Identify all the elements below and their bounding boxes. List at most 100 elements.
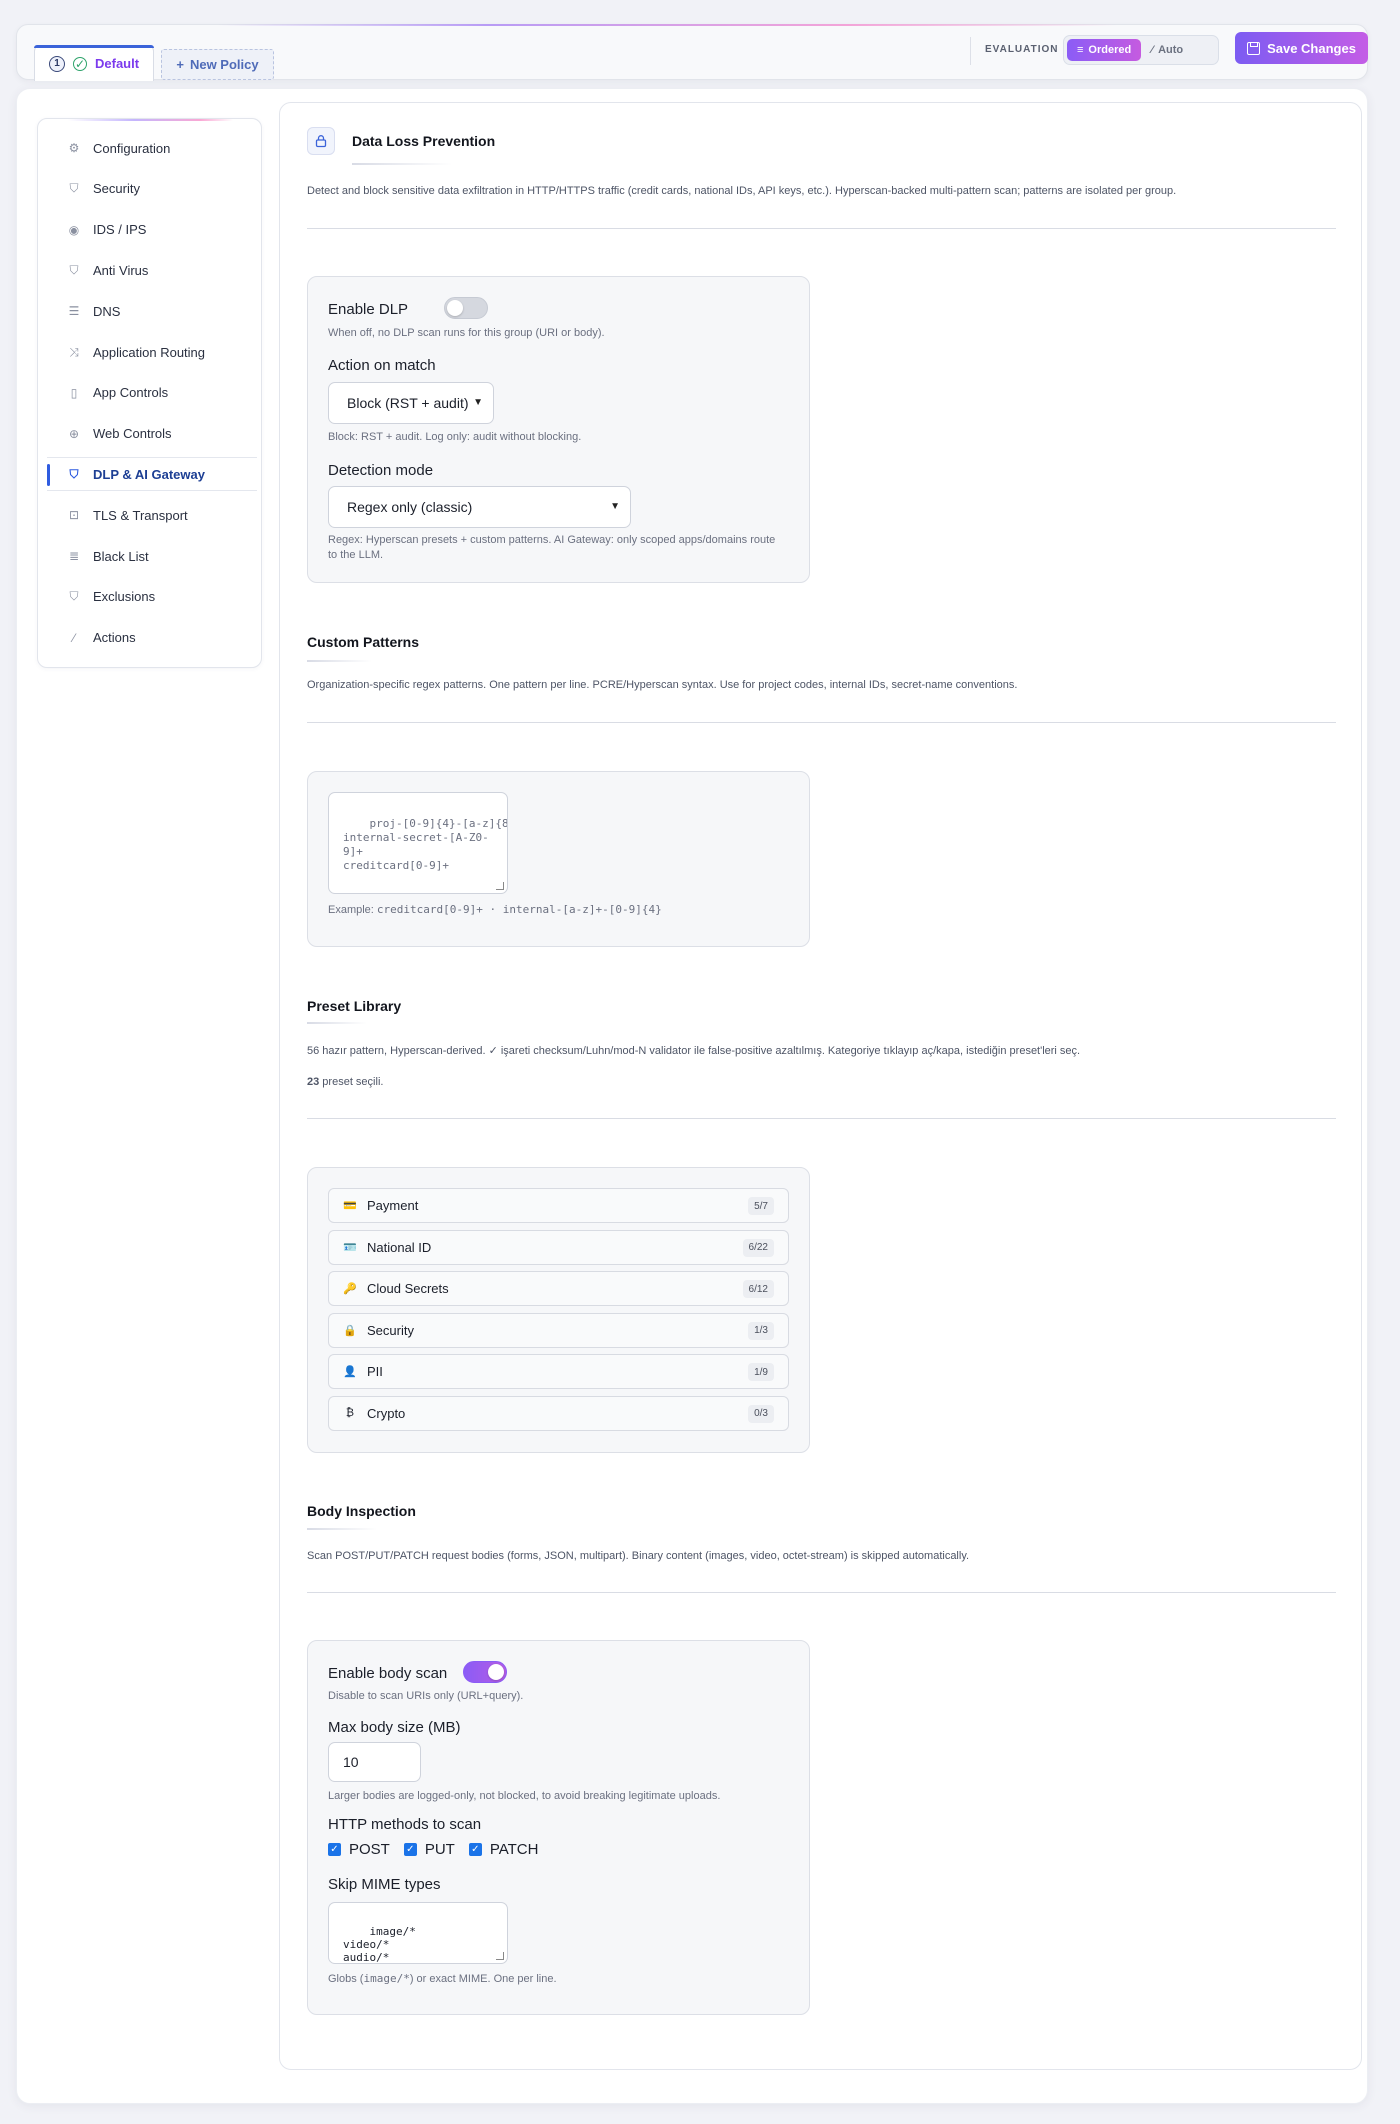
action-on-match-select[interactable]: Block (RST + audit) ▼	[328, 382, 494, 424]
title-underline	[307, 1528, 377, 1530]
enable-body-scan-label: Enable body scan	[328, 1665, 448, 1682]
dlp-title: Data Loss Prevention	[352, 133, 496, 149]
sidebar-item-actions[interactable]: ⁄ Actions	[47, 621, 257, 655]
check-circle-icon: ✓	[73, 56, 87, 71]
toggle-knob	[447, 300, 463, 316]
category-count-badge: 6/12	[742, 1280, 774, 1298]
category-label: National ID	[367, 1239, 432, 1255]
body-inspection-title: Body Inspection	[307, 1503, 416, 1519]
preset-category-payment[interactable]: 💳 Payment 5/7	[328, 1188, 789, 1223]
custom-patterns-textarea[interactable]: proj-[0-9]{4}-[a-z]{8} internal-secret-[…	[328, 792, 508, 894]
chevron-down-icon: ▼	[610, 501, 620, 512]
category-label: Cloud Secrets	[367, 1281, 449, 1296]
gear-icon: ⚙	[68, 141, 80, 155]
skip-mime-textarea[interactable]: image/* video/* audio/* font/*	[328, 1902, 508, 1964]
category-icon: 🪪	[343, 1241, 357, 1254]
method-patch-checkbox[interactable]: ✓ PATCH	[468, 1841, 539, 1858]
preset-library-title: Preset Library	[307, 998, 402, 1014]
preset-category-crypto[interactable]: ₿ Crypto 0/3	[328, 1395, 789, 1431]
skip-mime-label: Skip MIME types	[328, 1876, 441, 1893]
sidebar-item-black-list[interactable]: ≣ Black List	[47, 539, 257, 573]
custom-patterns-title: Custom Patterns	[307, 634, 420, 650]
tab-default-policy[interactable]: 1 ✓ Default	[34, 45, 154, 81]
mime-help-code: image/*	[363, 1972, 410, 1985]
method-put-checkbox[interactable]: ✓ PUT	[403, 1841, 455, 1858]
action-select-value: Block (RST + audit)	[347, 395, 469, 411]
skip-mime-value: image/* video/* audio/* font/*	[343, 1925, 416, 1964]
phone-icon: ▯	[70, 385, 78, 400]
evaluation-label: EVALUATION	[985, 44, 1059, 55]
magic-wand-icon: ⁄	[72, 630, 75, 645]
preset-category-national-id[interactable]: 🪪 National ID 6/22	[328, 1229, 789, 1265]
globe-icon: ⊕	[68, 426, 80, 441]
preset-category-cloud-secrets[interactable]: 🔑 Cloud Secrets 6/12	[328, 1271, 789, 1306]
sidebar-item-label: TLS & Transport	[93, 507, 188, 523]
sidebar-item-dns[interactable]: ☰ DNS	[47, 294, 257, 328]
sidebar-item-label: Actions	[93, 630, 136, 646]
sidebar-item-label: Web Controls	[93, 426, 172, 442]
preset-category-security[interactable]: 🔒 Security 1/3	[328, 1312, 789, 1348]
new-policy-label: New Policy	[189, 57, 259, 72]
title-underline	[307, 1022, 367, 1024]
enable-body-scan-toggle[interactable]	[463, 1661, 507, 1683]
method-label: PATCH	[489, 1841, 539, 1858]
tab-label: Default	[95, 56, 140, 71]
action-on-match-label: Action on match	[328, 357, 436, 374]
dlp-settings-card: Enable DLP When off, no DLP scan runs fo…	[307, 276, 810, 583]
magic-wand-icon: ⁄	[1151, 44, 1154, 56]
policy-tab-bar: 1 ✓ Default + New Policy EVALUATION ≡ Or…	[16, 24, 1368, 81]
sidebar-item-label: Exclusions	[93, 589, 156, 605]
sidebar-item-configuration[interactable]: ⚙ Configuration	[47, 131, 257, 165]
evaluation-auto-option[interactable]: ⁄ Auto	[1141, 39, 1193, 61]
sidebar-item-app-controls[interactable]: ▯ App Controls	[47, 376, 257, 410]
http-methods-label: HTTP methods to scan	[328, 1816, 482, 1833]
method-post-checkbox[interactable]: ✓ POST	[328, 1841, 390, 1858]
max-body-size-input[interactable]: 10	[328, 1742, 421, 1782]
enable-dlp-toggle[interactable]	[444, 297, 488, 319]
detection-mode-help: Regex: Hyperscan presets + custom patter…	[328, 534, 776, 561]
http-methods-group: ✓ POST ✓ PUT ✓ PATCH	[328, 1841, 552, 1858]
sidebar-item-exclusions[interactable]: ⛉ Exclusions	[47, 580, 257, 614]
sidebar-item-label: Application Routing	[93, 344, 206, 360]
sidebar-item-web-controls[interactable]: ⊕ Web Controls	[47, 417, 257, 451]
toggle-knob	[488, 1664, 504, 1680]
preset-selected-count: 23 preset seçili.	[307, 1076, 383, 1088]
resize-handle[interactable]	[496, 1952, 504, 1960]
policy-number-badge: 1	[49, 55, 65, 72]
detection-mode-select[interactable]: Regex only (classic) ▼	[328, 486, 631, 528]
save-icon	[1247, 41, 1261, 55]
sidebar-item-application-routing[interactable]: ⤨ Application Routing	[47, 335, 257, 369]
mime-help-prefix: Globs (	[328, 1973, 364, 1985]
sidebar-item-dlp-ai-gateway[interactable]: ⛉ DLP & AI Gateway	[47, 457, 257, 492]
sidebar-item-label: App Controls	[93, 385, 169, 401]
category-icon: 🔒	[343, 1324, 357, 1337]
shield-icon: ⛉	[69, 181, 79, 196]
sidebar-item-ids-ips[interactable]: ◉ IDS / IPS	[47, 213, 257, 247]
shield-icon: ⛉	[69, 589, 79, 604]
sidebar-item-label: IDS / IPS	[93, 222, 147, 238]
evaluation-ordered-option[interactable]: ≡ Ordered	[1067, 39, 1142, 61]
method-label: POST	[349, 1841, 390, 1858]
save-changes-button[interactable]: Save Changes	[1235, 32, 1368, 64]
list-icon: ≣	[68, 549, 80, 563]
custom-patterns-placeholder: proj-[0-9]{4}-[a-z]{8} internal-secret-[…	[343, 817, 508, 872]
new-policy-button[interactable]: + New Policy	[161, 49, 274, 80]
sidebar-item-security[interactable]: ⛉ Security	[47, 172, 257, 206]
action-help: Block: RST + audit. Log only: audit with…	[328, 431, 582, 443]
save-label: Save Changes	[1267, 40, 1356, 56]
plus-icon: +	[176, 57, 184, 72]
ordered-label: Ordered	[1088, 44, 1132, 56]
sidebar-item-label: Configuration	[93, 140, 171, 156]
preset-category-pii[interactable]: 👤 PII 1/9	[328, 1354, 789, 1389]
sidebar-item-tls-transport[interactable]: ⊡ TLS & Transport	[47, 498, 257, 532]
mime-help-suffix: ) or exact MIME. One per line.	[409, 1973, 557, 1985]
category-icon: 👤	[343, 1366, 357, 1378]
sidebar-item-label: Black List	[93, 548, 149, 564]
resize-handle[interactable]	[496, 882, 504, 890]
mode-select-value: Regex only (classic)	[347, 499, 473, 515]
preset-library-card: 💳 Payment 5/7 🪪 National ID 6/22 🔑 Cloud Secret…	[307, 1167, 810, 1453]
shuffle-icon: ⤨	[69, 344, 79, 359]
dlp-description: Detect and block sensitive data exfiltra…	[307, 185, 1177, 197]
sidebar-item-anti-virus[interactable]: ⛉ Anti Virus	[47, 253, 257, 287]
max-body-size-value: 10	[343, 1754, 359, 1770]
